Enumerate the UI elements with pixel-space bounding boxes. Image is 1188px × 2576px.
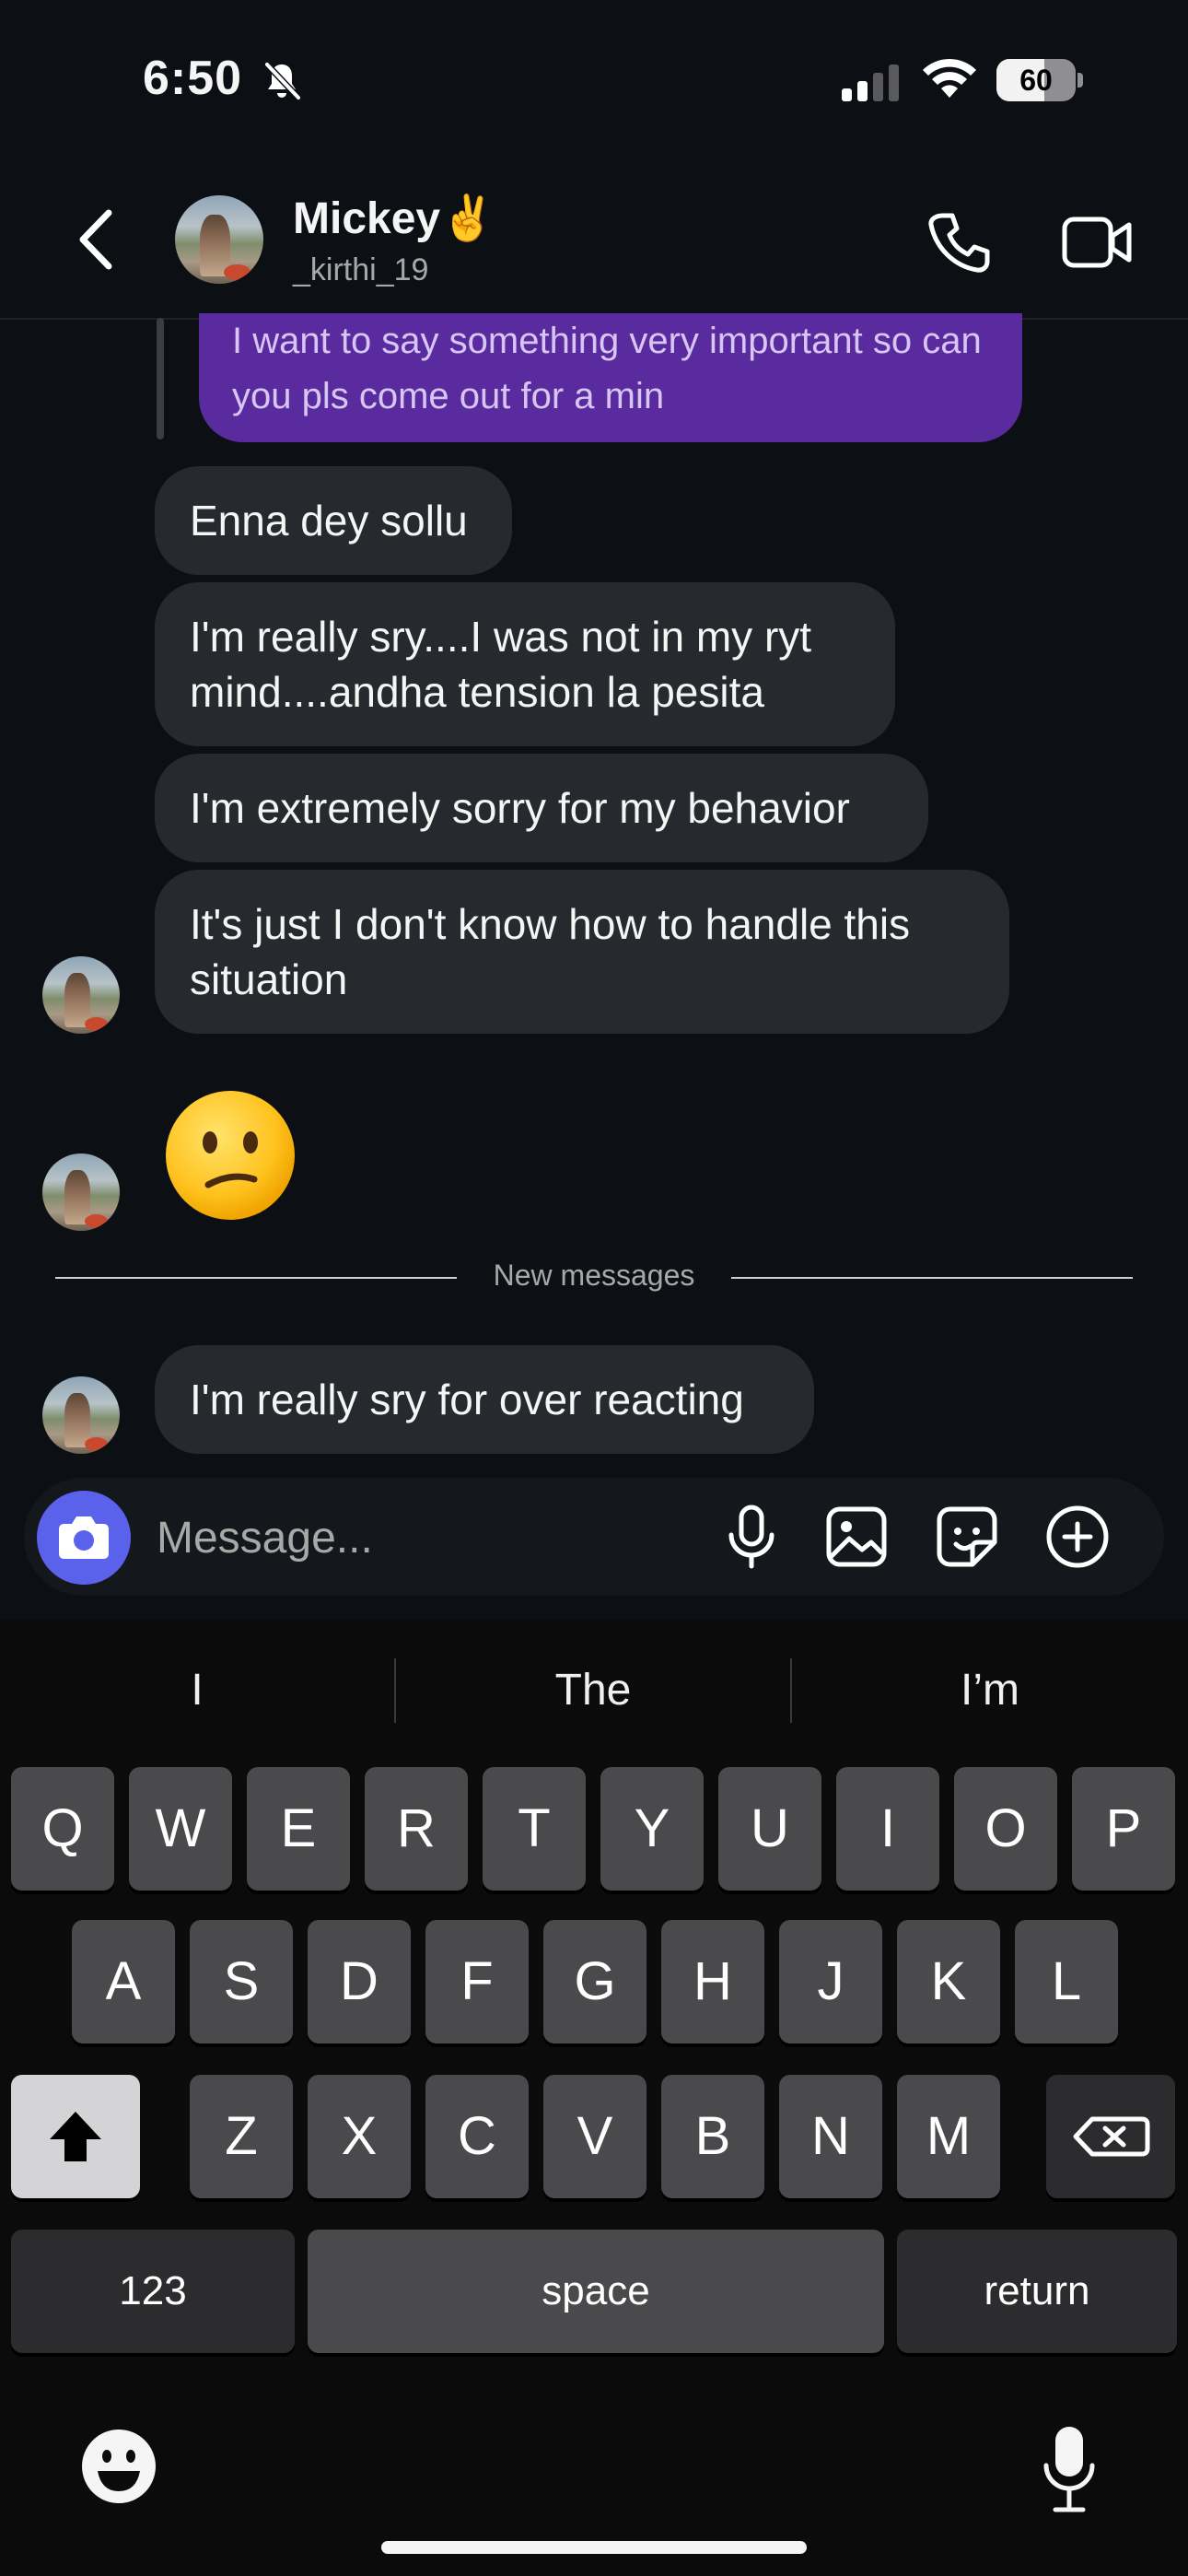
- wifi-icon: [923, 58, 976, 98]
- key-h[interactable]: H: [661, 1920, 764, 2043]
- battery-indicator: 60: [996, 59, 1085, 103]
- key-e[interactable]: E: [247, 1767, 350, 1891]
- key-n[interactable]: N: [779, 2075, 882, 2198]
- sender-avatar[interactable]: [42, 956, 120, 1034]
- key-i[interactable]: I: [836, 1767, 939, 1891]
- key-p[interactable]: P: [1072, 1767, 1175, 1891]
- cellular-signal-icon: [842, 64, 899, 101]
- sticker-icon[interactable]: [932, 1502, 1002, 1572]
- emoji-keyboard-icon[interactable]: [79, 2427, 158, 2506]
- dictation-mic-icon[interactable]: [1041, 2423, 1098, 2515]
- key-g[interactable]: G: [543, 1920, 646, 2043]
- key-r[interactable]: R: [365, 1767, 468, 1891]
- bell-muted-icon: [264, 62, 301, 100]
- key-l[interactable]: L: [1015, 1920, 1118, 2043]
- key-m[interactable]: M: [897, 2075, 1000, 2198]
- key-a[interactable]: A: [72, 1920, 175, 2043]
- suggestion-3[interactable]: I’m: [792, 1649, 1188, 1732]
- video-call-icon[interactable]: [1061, 210, 1135, 275]
- key-j[interactable]: J: [779, 1920, 882, 2043]
- key-x[interactable]: X: [308, 2075, 411, 2198]
- back-chevron-icon[interactable]: [74, 207, 120, 272]
- suggestion-2[interactable]: The: [396, 1649, 790, 1732]
- key-u[interactable]: U: [718, 1767, 821, 1891]
- sent-message-bubble[interactable]: I want to say something very important s…: [199, 313, 1022, 442]
- received-message[interactable]: It's just I don't know how to handle thi…: [155, 870, 1009, 1034]
- battery-percent: 60: [1019, 64, 1053, 97]
- contact-username[interactable]: _kirthi_19: [293, 252, 428, 288]
- gallery-icon[interactable]: [821, 1502, 891, 1572]
- key-o[interactable]: O: [954, 1767, 1057, 1891]
- divider-line: [731, 1277, 1133, 1279]
- sent-message-text: I want to say something very important s…: [232, 321, 982, 416]
- camera-button[interactable]: [37, 1491, 131, 1585]
- sender-avatar[interactable]: [42, 1376, 120, 1454]
- new-messages-divider: New messages: [493, 1259, 695, 1292]
- contact-name[interactable]: Mickey✌️: [293, 192, 495, 244]
- divider-line: [55, 1277, 457, 1279]
- phone-call-icon[interactable]: [926, 210, 991, 275]
- key-v[interactable]: V: [543, 2075, 646, 2198]
- add-circle-icon[interactable]: [1042, 1502, 1112, 1572]
- microphone-icon[interactable]: [716, 1502, 786, 1572]
- key-f[interactable]: F: [425, 1920, 529, 2043]
- received-message[interactable]: I'm really sry....I was not in my ryt mi…: [155, 582, 895, 746]
- received-message[interactable]: I'm really sry for over reacting: [155, 1345, 814, 1454]
- return-key[interactable]: return: [897, 2230, 1177, 2353]
- key-b[interactable]: B: [661, 2075, 764, 2198]
- key-w[interactable]: W: [129, 1767, 232, 1891]
- suggestion-1[interactable]: I: [0, 1649, 394, 1732]
- sender-avatar[interactable]: [42, 1153, 120, 1231]
- key-y[interactable]: Y: [600, 1767, 704, 1891]
- confused-face-emoji[interactable]: [162, 1087, 298, 1224]
- key-z[interactable]: Z: [190, 2075, 293, 2198]
- backspace-icon: [1073, 2116, 1150, 2157]
- status-time: 6:50: [143, 52, 243, 105]
- shift-key[interactable]: [11, 2075, 140, 2198]
- backspace-key[interactable]: [1046, 2075, 1175, 2198]
- key-d[interactable]: D: [308, 1920, 411, 2043]
- key-t[interactable]: T: [483, 1767, 586, 1891]
- key-q[interactable]: Q: [11, 1767, 114, 1891]
- camera-icon: [59, 1516, 109, 1559]
- received-message[interactable]: I'm extremely sorry for my behavior: [155, 754, 928, 862]
- home-indicator[interactable]: [381, 2541, 807, 2554]
- received-message[interactable]: Enna dey sollu: [155, 466, 512, 575]
- contact-avatar[interactable]: [175, 195, 263, 284]
- space-key[interactable]: space: [308, 2230, 884, 2353]
- message-input[interactable]: [155, 1504, 656, 1572]
- key-c[interactable]: C: [425, 2075, 529, 2198]
- numbers-key[interactable]: 123: [11, 2230, 295, 2353]
- key-s[interactable]: S: [190, 1920, 293, 2043]
- key-k[interactable]: K: [897, 1920, 1000, 2043]
- shift-arrow-icon: [50, 2112, 101, 2161]
- reply-indicator-bar: [157, 318, 164, 439]
